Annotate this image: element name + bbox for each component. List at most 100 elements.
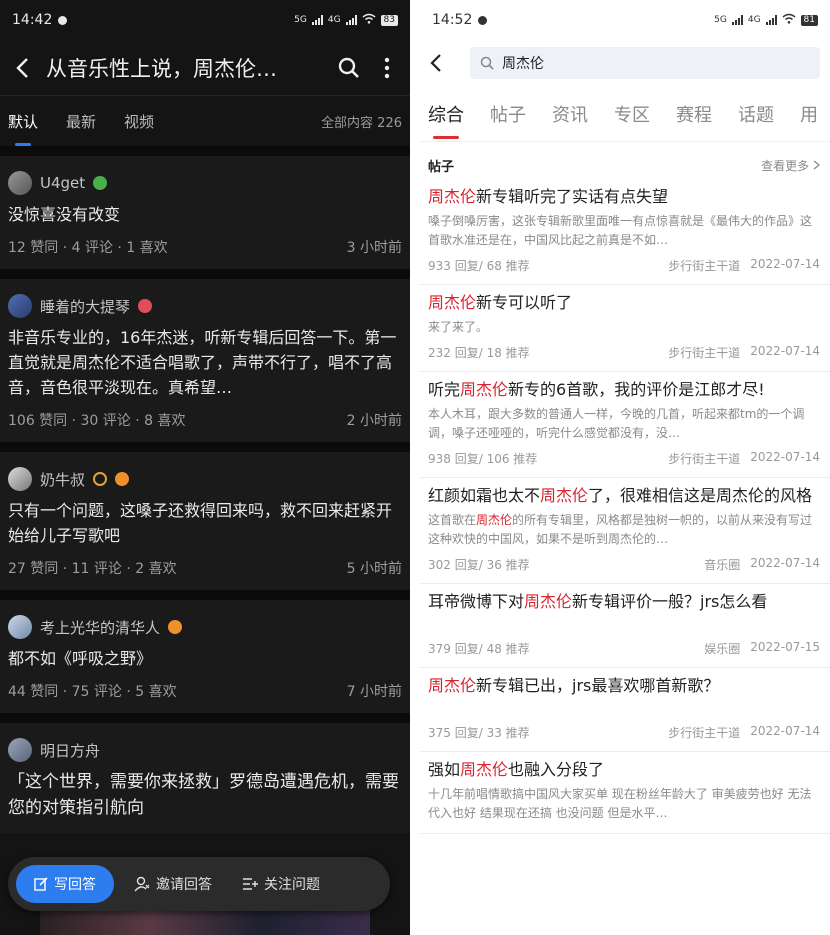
result-meta: 938 回复/ 106 推荐 步行街主干道 2022-07-14 [428, 450, 820, 467]
level-badge-icon [138, 299, 153, 313]
section-title: 帖子 [428, 160, 455, 175]
results-list: 周杰伦新专辑听完了实话有点失望 嗓子倒嗓厉害，这张专辑新歌里面唯一有点惊喜就是《最… [420, 179, 830, 834]
tab-video[interactable]: 视频 [124, 111, 154, 132]
result-snippet: 十几年前唱情歌搞中国风大家买单 现在粉丝年龄大了 审美疲劳也好 无法代入也好 结… [428, 787, 812, 820]
search-input[interactable]: 周杰伦 [470, 47, 820, 79]
result-title: 强如周杰伦也融入分段了 [428, 760, 605, 779]
result-title: 周杰伦新专辑已出，jrs最喜欢哪首新歌？ [428, 676, 720, 695]
tab-latest[interactable]: 最新 [66, 111, 96, 132]
answer-card[interactable]: 考上光华的清华人 都不如《呼吸之野》 44 赞同 · 75 评论 · 5 喜欢 … [0, 600, 410, 723]
answer-stats: 27 赞同 · 11 评论 · 2 喜欢 [8, 561, 177, 577]
avatar[interactable] [8, 294, 32, 318]
wifi-icon [362, 13, 376, 27]
result-item[interactable]: 听完周杰伦新专的6首歌，我的评价是江郎才尽! 本人木耳，跟大多数的普通人一样，今晚… [420, 372, 830, 478]
highlight: 周杰伦 [460, 760, 509, 779]
back-icon[interactable] [430, 52, 452, 74]
avatar[interactable] [8, 171, 32, 195]
hex-badge-icon [93, 472, 108, 486]
avatar[interactable] [8, 615, 32, 639]
tab-posts[interactable]: 帖子 [490, 101, 526, 127]
total-count: 全部内容 226 [321, 115, 402, 131]
board-name: 步行街主干道 [668, 452, 741, 466]
follow-question-button[interactable]: 关注问题 [232, 865, 330, 903]
result-snippet: 本人木耳，跟大多数的普通人一样，今晚的几首，听起来都tm的一个调调，嗓子还哑哑的… [428, 407, 805, 440]
divider [0, 146, 410, 156]
write-answer-button[interactable]: 写回答 [16, 865, 114, 903]
search-tabs: 综合 帖子 资讯 专区 赛程 话题 用 [420, 86, 830, 142]
back-icon[interactable] [10, 56, 34, 80]
status-time: 14:52 [432, 12, 473, 28]
tab-schedule[interactable]: 赛程 [676, 101, 712, 127]
highlight: 周杰伦 [524, 592, 573, 611]
reply-stats: 938 回复/ 106 推荐 [428, 452, 538, 466]
post-date: 2022-07-14 [750, 344, 820, 358]
username[interactable]: 奶牛叔 [40, 469, 85, 490]
highlight: 周杰伦 [540, 486, 589, 505]
write-answer-label: 写回答 [54, 877, 96, 893]
answer-card[interactable]: U4get 没惊喜没有改变 12 赞同 · 4 评论 · 1 喜欢 3 小时前 [0, 156, 410, 279]
action-bar: 写回答 邀请回答 关注问题 [8, 857, 390, 911]
highlight: 周杰伦 [428, 676, 477, 695]
search-icon[interactable] [336, 55, 362, 81]
status-time: 14:42 [12, 12, 53, 28]
username[interactable]: 睡着的大提琴 [40, 296, 130, 317]
network-5g-label: 5G [294, 15, 307, 25]
post-date: 2022-07-14 [750, 257, 820, 271]
invite-answer-button[interactable]: 邀请回答 [124, 865, 222, 903]
more-icon[interactable] [374, 55, 400, 81]
posts-section-header: 帖子 查看更多 [420, 142, 830, 179]
tab-zone[interactable]: 专区 [614, 101, 650, 127]
avatar[interactable] [8, 738, 32, 762]
ad-card[interactable]: 明日方舟 「这个世界，需要你来拯救」罗德岛遭遇危机，需要您的对策指引航向 [0, 723, 410, 833]
signal-icon [311, 15, 323, 25]
result-item[interactable]: 强如周杰伦也融入分段了十几年前唱情歌搞中国风大家买单 现在粉丝年龄大了 审美疲劳… [420, 752, 830, 834]
result-meta: 379 回复/ 48 推荐 娱乐圈 2022-07-15 [428, 640, 820, 657]
tab-default[interactable]: 默认 [8, 111, 38, 146]
tab-users[interactable]: 用 [800, 101, 818, 127]
question-header: 从音乐性上说，周杰伦… [0, 40, 410, 96]
answer-stats: 44 赞同 · 75 评论 · 5 喜欢 [8, 684, 177, 700]
notification-dot-icon [58, 15, 68, 25]
answer-text: 只有一个问题，这嗓子还救得回来吗，救不回来赶紧开始给儿子写歌吧 [8, 501, 393, 545]
search-icon [480, 56, 494, 70]
result-meta: 933 回复/ 68 推荐 步行街主干道 2022-07-14 [428, 257, 820, 274]
answer-card[interactable]: 睡着的大提琴 非音乐专业的，16年杰迷，听新专辑后回答一下。第一直觉就是周杰伦不… [0, 279, 410, 452]
invite-answer-label: 邀请回答 [156, 877, 212, 893]
level-badge-icon [93, 176, 108, 190]
username[interactable]: 明日方舟 [40, 740, 100, 761]
invite-icon [134, 876, 150, 892]
result-item[interactable]: 耳帝微博下对周杰伦新专辑评价一般？jrs怎么看 379 回复/ 48 推荐 娱乐圈 2… [420, 584, 830, 668]
result-item[interactable]: 周杰伦新专可以听了 来了来了。 232 回复/ 18 推荐 步行街主干道 2022-07… [420, 285, 830, 372]
tab-all[interactable]: 综合 [428, 101, 464, 139]
notification-dot-icon [478, 15, 488, 25]
reply-stats: 379 回复/ 48 推荐 [428, 642, 530, 656]
result-item[interactable]: 红颜如霜也太不周杰伦了，很难相信这是周杰伦的风格 这首歌在周杰伦的所有专辑里，风格… [420, 478, 830, 584]
result-item[interactable]: 周杰伦新专辑已出，jrs最喜欢哪首新歌？ 375 回复/ 33 推荐 步行街主干道 2… [420, 668, 830, 752]
tab-news[interactable]: 资讯 [552, 101, 588, 127]
highlight: 周杰伦 [476, 513, 513, 527]
signal-icon [731, 15, 743, 25]
answer-stats: 106 赞同 · 30 评论 · 8 喜欢 [8, 413, 186, 429]
answer-time: 5 小时前 [346, 561, 402, 577]
tab-topics[interactable]: 话题 [738, 101, 774, 127]
network-4g-label: 4G [327, 15, 341, 25]
answer-time: 2 小时前 [346, 413, 402, 429]
result-meta: 302 回复/ 36 推荐 音乐圈 2022-07-14 [428, 556, 820, 573]
result-item[interactable]: 周杰伦新专辑听完了实话有点失望 嗓子倒嗓厉害，这张专辑新歌里面唯一有点惊喜就是《最… [420, 179, 830, 285]
see-more-link[interactable]: 查看更多 [761, 157, 821, 174]
question-title: 从音乐性上说，周杰伦… [46, 56, 277, 81]
status-bar: 14:52 5G 4G 81 [420, 0, 830, 40]
answer-time: 3 小时前 [346, 240, 402, 256]
username[interactable]: 考上光华的清华人 [40, 617, 160, 638]
board-name: 娱乐圈 [704, 642, 741, 656]
avatar[interactable] [8, 467, 32, 491]
reply-stats: 232 回复/ 18 推荐 [428, 346, 530, 360]
answer-card[interactable]: 奶牛叔 只有一个问题，这嗓子还救得回来吗，救不回来赶紧开始给儿子写歌吧 27 赞… [0, 452, 410, 600]
highlight: 周杰伦 [428, 187, 477, 206]
username[interactable]: U4get [40, 174, 85, 192]
result-title: 听完周杰伦新专的6首歌，我的评价是江郎才尽! [428, 380, 765, 399]
post-date: 2022-07-14 [750, 724, 820, 738]
chevron-right-icon [813, 160, 821, 170]
search-header: 周杰伦 [420, 40, 830, 86]
board-name: 音乐圈 [704, 558, 741, 572]
